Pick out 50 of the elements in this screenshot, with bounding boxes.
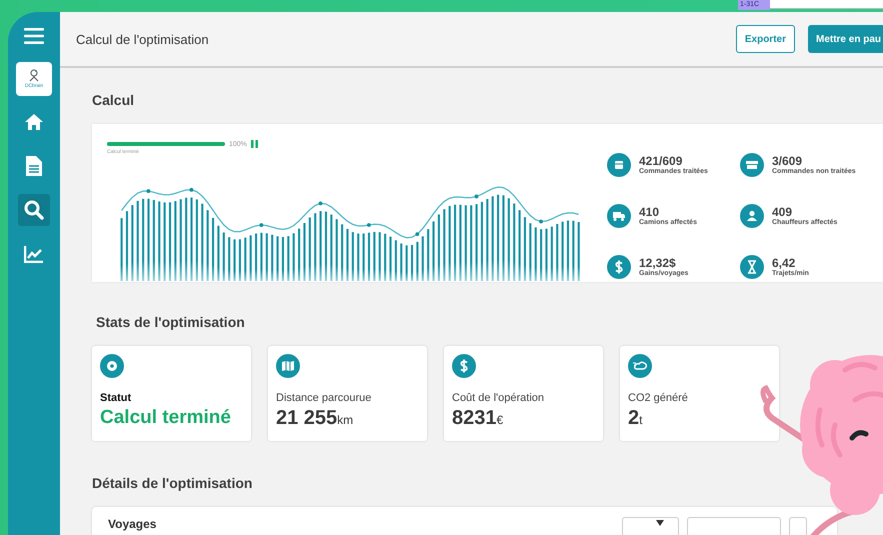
data-point (415, 232, 420, 236)
search-icon (24, 200, 44, 220)
section-heading: Détails de l'optimisation (92, 475, 254, 491)
input-field[interactable] (687, 517, 781, 535)
dollar-icon (452, 354, 476, 378)
dollar-icon (607, 254, 631, 278)
card-label: CO2 généré (628, 392, 689, 404)
stat-value: 6,42 (772, 256, 796, 270)
stat-value: 410 (639, 205, 660, 219)
map-icon (276, 354, 300, 378)
data-point (539, 220, 543, 224)
cloud-icon (628, 354, 652, 378)
pause-icon[interactable] (250, 140, 258, 148)
data-point (366, 223, 371, 227)
filter-dropdown[interactable] (622, 517, 679, 535)
card-label: Coût de l'opération (452, 392, 545, 404)
stat-value: 409 (772, 205, 792, 219)
package-icon (607, 152, 631, 176)
user-icon (740, 204, 764, 228)
disc-icon (100, 354, 124, 378)
measure-value: 8231€ (452, 407, 504, 430)
data-point (474, 194, 478, 198)
status-value: Calcul terminé (100, 407, 232, 429)
truck-icon (607, 204, 631, 228)
home-icon (24, 113, 44, 131)
data-point (190, 188, 194, 192)
data-point (146, 189, 150, 193)
pause-button[interactable]: Mettre en pau (808, 25, 883, 53)
chart-line-icon (24, 245, 44, 263)
hourglass-icon (740, 254, 764, 278)
card-label: Statut (100, 392, 132, 404)
caret-icon (656, 520, 664, 526)
menu-icon[interactable] (24, 28, 44, 44)
measure-value: 2t (628, 407, 644, 430)
boxes-icon (740, 152, 764, 176)
section-heading: Stats de l'optimisation (96, 314, 246, 330)
data-point (318, 202, 322, 206)
card-title: Voyages (108, 517, 156, 533)
data-point (259, 223, 264, 227)
card-label: Distance parcourue (276, 392, 372, 404)
search-nav-item[interactable] (18, 194, 50, 226)
document-icon (26, 156, 42, 176)
stat-value: 3/609 (772, 154, 802, 168)
measure-value: 21 255km (276, 407, 354, 430)
stat-value: 421/609 (639, 154, 683, 168)
stat-value: 12,32$ (639, 256, 676, 270)
export-button[interactable]: Exporter (736, 25, 795, 53)
page-title: Calcul de l'optimisation (76, 32, 209, 46)
robot-logo-icon (27, 69, 41, 83)
section-heading: Calcul (92, 92, 136, 108)
